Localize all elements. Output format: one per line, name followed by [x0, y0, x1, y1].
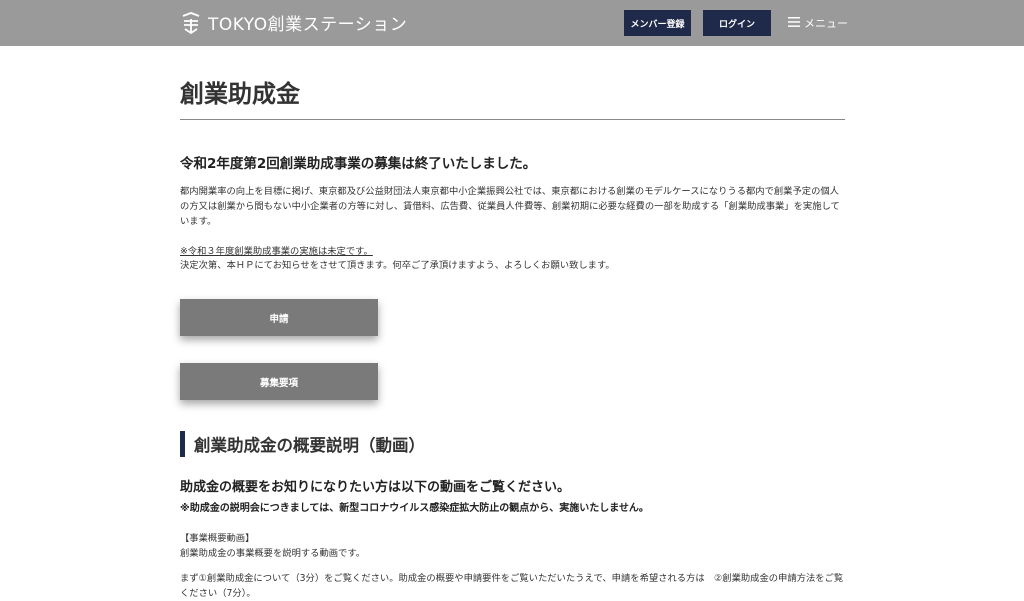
logo-mark-icon [180, 11, 202, 34]
page-title: 創業助成金 [180, 80, 300, 108]
site-header: TOKYO創業ステーション メンバー登録 ログイン メニュー [0, 0, 1024, 46]
intro-paragraph: 都内開業率の向上を目標に掲げ、東京都及び公益財団法人東京都中小企業振興公社では、… [180, 186, 840, 227]
logo-text: TOKYO創業ステーション [208, 15, 408, 35]
briefing-cancel-notice: ※助成金の説明会につきましては、新型コロナウイルス感染症拡大防止の観点から、実施… [180, 503, 649, 514]
guidelines-button[interactable]: 募集要項 [180, 363, 378, 400]
hamburger-icon [788, 16, 804, 30]
menu-label: メニュー [804, 17, 848, 30]
member-register-button[interactable]: メンバー登録 [624, 10, 691, 36]
video-lead: 助成金の概要をお知りになりたい方は以下の動画をご覧ください。 [180, 480, 571, 495]
section-title: 創業助成金の概要説明（動画） [194, 436, 425, 455]
video-label-description: 創業助成金の事業概要を説明する動画です。 [180, 548, 366, 559]
title-divider [180, 119, 845, 120]
section-accent-bar [180, 431, 185, 457]
apply-button[interactable]: 申請 [180, 299, 378, 336]
fy3-undecided-link[interactable]: ※令和３年度創業助成事業の実施は未定です。 [180, 243, 373, 257]
site-logo[interactable]: TOKYO創業ステーション [180, 10, 407, 35]
followup-text: 決定次第、本ＨＰにてお知らせをさせて頂きます。何卒ご了承頂けますよう、よろしくお… [180, 260, 615, 271]
login-button[interactable]: ログイン [703, 10, 771, 36]
video-section-heading: 創業助成金の概要説明（動画） [180, 431, 425, 457]
menu-button[interactable]: メニュー [788, 15, 848, 31]
video-label: 【事業概要動画】 [180, 533, 255, 544]
notice-title: 令和2年度第2回創業助成事業の募集は終了いたしました。 [180, 156, 537, 172]
